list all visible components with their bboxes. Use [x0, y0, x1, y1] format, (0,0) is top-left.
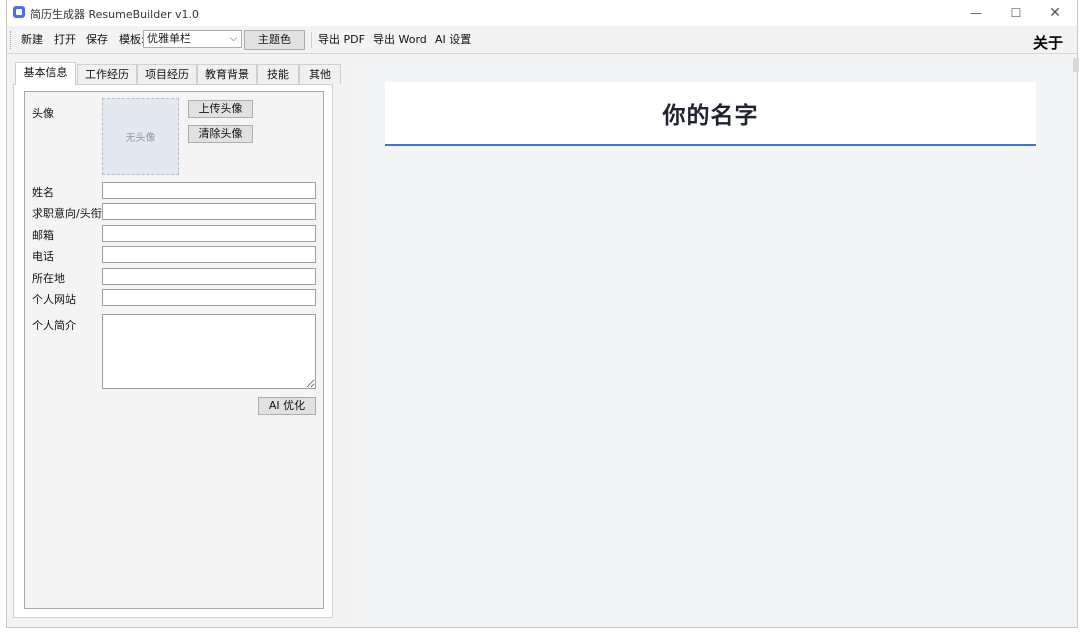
editor-tabs: 基本信息 工作经历 项目经历 教育背景 技能 其他 — [13, 62, 341, 85]
template-label: 模板: — [119, 33, 145, 46]
new-button[interactable]: 新建 — [17, 30, 47, 50]
avatar-placeholder: 无头像 — [125, 133, 156, 144]
ai-optimize-button[interactable]: AI 优化 — [258, 397, 316, 415]
phone-field[interactable] — [102, 246, 316, 263]
app-window: 简历生成器 ResumeBuilder v1.0 — ☐ ✕ 新建 打开 保存 … — [6, 0, 1078, 628]
job-title-field[interactable] — [102, 203, 316, 220]
export-pdf-button[interactable]: 导出 PDF — [314, 30, 369, 50]
chevron-down-icon: ⌵ — [230, 34, 237, 44]
save-button[interactable]: 保存 — [82, 30, 112, 50]
template-select[interactable]: 优雅单栏 ⌵ — [143, 30, 242, 48]
app-icon — [13, 6, 25, 18]
phone-label: 电话 — [32, 250, 54, 263]
tab-skills[interactable]: 技能 — [257, 64, 299, 84]
title-bar: 简历生成器 ResumeBuilder v1.0 — ☐ ✕ — [7, 0, 1077, 26]
email-label: 邮箱 — [32, 229, 54, 242]
ai-settings-button[interactable]: AI 设置 — [431, 30, 475, 50]
tab-content: 头像 无头像 上传头像 清除头像 姓名 求职意向/头衔 邮箱 电话 所在地 个人… — [13, 84, 333, 618]
resume-name: 你的名字 — [662, 103, 759, 129]
export-word-button[interactable]: 导出 Word — [369, 30, 431, 50]
summary-label: 个人简介 — [32, 319, 76, 332]
theme-color-button[interactable]: 主题色 — [244, 30, 305, 50]
location-label: 所在地 — [32, 272, 65, 285]
website-label: 个人网站 — [32, 293, 76, 306]
tab-project-experience[interactable]: 项目经历 — [137, 64, 197, 84]
toolbar-grip-icon[interactable] — [10, 31, 14, 49]
template-select-value: 优雅单栏 — [147, 32, 191, 45]
website-field[interactable] — [102, 289, 316, 306]
toolbar-separator — [311, 32, 312, 48]
email-field[interactable] — [102, 225, 316, 242]
avatar-label: 头像 — [32, 107, 54, 120]
upload-avatar-button[interactable]: 上传头像 — [188, 100, 253, 118]
resume-preview: 你的名字 — [355, 62, 1073, 626]
about-button[interactable]: 关于 — [1033, 32, 1063, 53]
job-title-label: 求职意向/头衔 — [32, 207, 102, 220]
maximize-button[interactable]: ☐ — [997, 0, 1035, 26]
tab-basic-info[interactable]: 基本信息 — [15, 62, 76, 85]
close-button[interactable]: ✕ — [1036, 0, 1074, 26]
clear-avatar-button[interactable]: 清除头像 — [188, 125, 253, 143]
name-label: 姓名 — [32, 186, 54, 199]
resume-header: 你的名字 — [385, 82, 1036, 146]
name-field[interactable] — [102, 182, 316, 199]
window-title: 简历生成器 ResumeBuilder v1.0 — [30, 8, 200, 21]
summary-field[interactable] — [102, 314, 316, 389]
tab-education[interactable]: 教育背景 — [197, 64, 257, 84]
basic-info-form: 头像 无头像 上传头像 清除头像 姓名 求职意向/头衔 邮箱 电话 所在地 个人… — [24, 91, 324, 609]
scrollbar[interactable] — [1073, 58, 1079, 72]
avatar: 无头像 — [102, 98, 179, 175]
editor-panel: 基本信息 工作经历 项目经历 教育背景 技能 其他 头像 无头像 上传头像 清除… — [13, 62, 341, 618]
tab-work-experience[interactable]: 工作经历 — [77, 64, 137, 84]
open-button[interactable]: 打开 — [50, 30, 80, 50]
minimize-button[interactable]: — — [957, 0, 995, 26]
tab-other[interactable]: 其他 — [299, 64, 341, 84]
location-field[interactable] — [102, 268, 316, 285]
toolbar: 新建 打开 保存 模板: 优雅单栏 ⌵ 主题色 导出 PDF 导出 Word A… — [7, 26, 1077, 54]
